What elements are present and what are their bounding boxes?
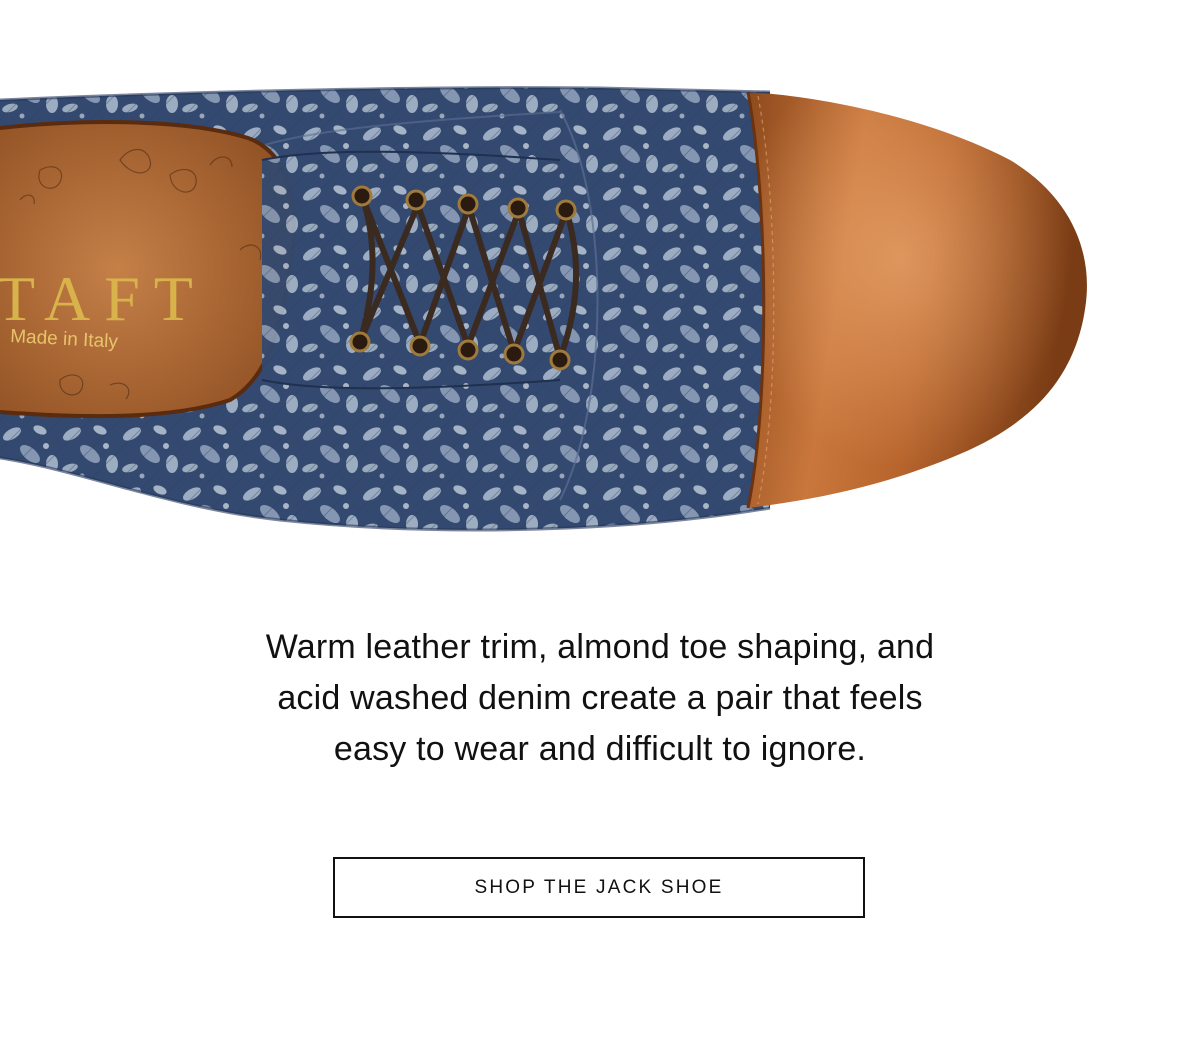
shop-jack-shoe-button[interactable]: SHOP THE JACK SHOE: [333, 857, 865, 918]
product-hero-image[interactable]: TAFT Made in Italy: [0, 0, 1200, 560]
shop-button-label: SHOP THE JACK SHOE: [474, 876, 724, 898]
shoe-illustration: TAFT Made in Italy: [0, 86, 1087, 532]
insole-brand-text: TAFT: [0, 263, 207, 334]
description-line-1: Warm leather trim, almond toe shaping, a…: [265, 628, 935, 666]
product-description: Warm leather trim, almond toe shaping, a…: [200, 622, 1000, 775]
description-line-2: acid washed denim create a pair that fee…: [277, 679, 923, 717]
description-line-3: easy to wear and difficult to ignore.: [333, 730, 867, 768]
